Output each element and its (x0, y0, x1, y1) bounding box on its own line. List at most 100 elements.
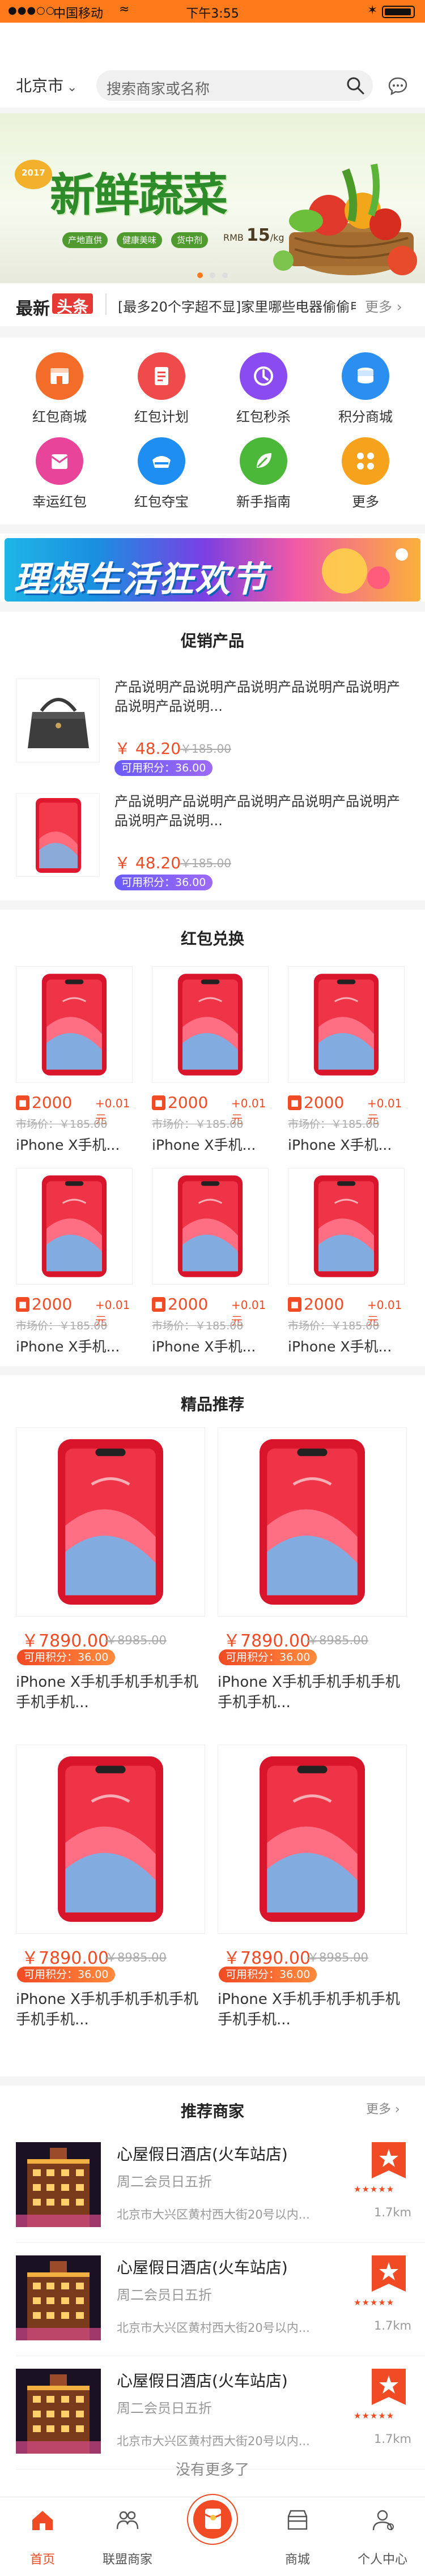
exchange-points: 2000 (32, 1093, 73, 1112)
merchant-item[interactable]: 心屋假日酒店(火车站店) 周二会员日五折 北京市大兴区黄村西大街20号以内... 1.… (0, 2357, 425, 2470)
hero-banner[interactable]: 2017 新鲜蔬菜 产地直供 健康美味 货中剂 RMB 15/kg (0, 113, 425, 283)
center-action-button[interactable] (187, 2494, 238, 2545)
merchant-promo: 周二会员日五折 (117, 2400, 212, 2416)
redpacket-badge-icon: ■ (152, 1095, 165, 1110)
headline-news[interactable]: 最新 头条 [最多20个字超不显]家里哪些电器偷偷电... 更多 › (0, 283, 425, 326)
promotions-section: 促销产品 产品说明产品说明产品说明产品说明产品说明产品说明产品说明... ￥ 4… (0, 612, 425, 901)
product-price: ￥ 48.20 (114, 739, 181, 758)
tab-center-scan[interactable] (170, 2494, 255, 2576)
product-name: iPhone X手机... (288, 1137, 392, 1153)
rating-stars: ★★★★★ (354, 2411, 395, 2421)
featured-item[interactable]: ￥7890.00 ￥8985.00 可用积分：36.00 iPhone X手机手机手机… (16, 1745, 205, 2039)
featured-item[interactable]: ￥7890.00 ￥8985.00 可用积分：36.00 iPhone X手机手机手机… (16, 1427, 205, 1722)
message-icon[interactable] (388, 76, 408, 96)
tab-mall[interactable]: 商城 (255, 2497, 340, 2576)
category-label: 红包计划 (134, 409, 189, 425)
product-name: iPhone X手机手机手机手机手机手机... (218, 1674, 400, 1711)
featured-section: 精品推荐 ￥7890.00 ￥8985.00 可用积分：36.00 iPhone X手… (0, 1375, 425, 2076)
featured-item[interactable]: ￥7890.00 ￥8985.00 可用积分：36.00 iPhone X手机手机手机… (218, 1745, 407, 2039)
promo-banner-image: 理想生活狂欢节 (5, 538, 420, 602)
product-price: ￥7890.00 (22, 1948, 109, 1968)
city-label: 北京市 (16, 76, 64, 95)
redpacket-icon (205, 2509, 222, 2529)
category-label: 红包秒杀 (236, 409, 291, 425)
category-label: 更多 (352, 494, 379, 510)
handbag-image (16, 679, 100, 762)
exchange-item[interactable]: ■ 2000 +0.01元 市场价：￥185.00 iPhone X手机... (288, 1168, 409, 1360)
tab-profile[interactable]: 个人中心 (340, 2497, 425, 2576)
category-more[interactable]: 更多 (314, 437, 416, 510)
section-title: 红包兑换 (180, 929, 244, 948)
exchange-item[interactable]: ■ 2000 +0.01元 市场价：￥185.00 iPhone X手机... (152, 966, 273, 1159)
product-name: iPhone X手机... (152, 1338, 256, 1355)
product-name: iPhone X手机... (16, 1338, 120, 1355)
market-price: 市场价：￥185.00 (152, 1118, 244, 1131)
product-image (218, 1427, 407, 1617)
exchange-item[interactable]: ■ 2000 +0.01元 市场价：￥185.00 iPhone X手机... (288, 966, 409, 1159)
phone-image (313, 1175, 379, 1277)
news-headline[interactable]: [最多20个字超不显]家里哪些电器偷偷电... (118, 296, 356, 315)
product-image (16, 1745, 205, 1934)
merchant-item[interactable]: 心屋假日酒店(火车站店) 周二会员日五折 北京市大兴区黄村西大街20号以内... 1.… (0, 2131, 425, 2243)
product-image (16, 966, 133, 1083)
merchant-item[interactable]: 心屋假日酒店(火车站店) 周二会员日五折 北京市大兴区黄村西大街20号以内... 1.… (0, 2244, 425, 2356)
exchange-points: 2000 (304, 1295, 345, 1313)
tab-label: 商城 (284, 2553, 310, 2567)
category-lucky-hongbao[interactable]: 幸运红包 (8, 437, 110, 510)
news-more-link[interactable]: 更多 › (365, 296, 402, 315)
product-old-price: ￥8985.00 (307, 1634, 368, 1647)
exchange-item[interactable]: ■ 2000 +0.01元 市场价：￥185.00 iPhone X手机... (16, 966, 137, 1159)
hotel-photo (16, 2142, 101, 2227)
merchant-address: 北京市大兴区黄村西大街20号以内... (117, 2208, 310, 2221)
product-price: ￥7890.00 (223, 1631, 311, 1651)
banner-tag: 健康美味 (117, 232, 163, 248)
promo-banner[interactable]: 理想生活狂欢节 (0, 534, 425, 602)
home-icon (32, 2511, 53, 2530)
category-hongbao-plan[interactable]: 红包计划 (110, 352, 212, 425)
product-name: iPhone X手机... (152, 1137, 256, 1153)
market-price: 市场价：￥185.00 (152, 1320, 244, 1332)
search-placeholder: 搜索商家或名称 (107, 81, 210, 98)
merchant-promo: 周二会员日五折 (117, 2174, 212, 2190)
points-badge: 可用积分：36.00 (114, 760, 213, 776)
featured-item[interactable]: ￥7890.00 ￥8985.00 可用积分：36.00 iPhone X手机手机手机… (218, 1427, 407, 1722)
product-price: ￥7890.00 (223, 1948, 311, 1968)
section-title: 推荐商家 (180, 2102, 244, 2121)
exchange-item[interactable]: ■ 2000 +0.01元 市场价：￥185.00 iPhone X手机... (16, 1168, 137, 1360)
tab-merchants[interactable]: 联盟商家 (85, 2497, 170, 2576)
city-selector[interactable]: 北京市 ⌄ (16, 74, 77, 96)
promotion-item[interactable]: 产品说明产品说明产品说明产品说明产品说明产品说明产品说明... ￥ 48.20 … (0, 673, 425, 786)
exchange-item[interactable]: ■ 2000 +0.01元 市场价：￥185.00 iPhone X手机... (152, 1168, 273, 1360)
search-icon[interactable] (346, 76, 365, 95)
category-guide[interactable]: 新手指南 (212, 437, 314, 510)
divider (105, 293, 107, 315)
merchants-section: 推荐商家 更多 › 心屋假日酒店(火车站店) 周二会员日五折 北京市大兴区黄村西大街… (0, 2085, 425, 2497)
redpacket-badge-icon: ■ (16, 1095, 29, 1110)
product-old-price: ￥185.00 (180, 856, 231, 870)
category-grid: 红包商城 红包计划 红包秒杀 积分商城 幸运红包 红包夺宝 新手指南 更多 (0, 338, 425, 524)
promotion-item[interactable]: 产品说明产品说明产品说明产品说明产品说明产品说明产品说明... ￥ 48.20 … (0, 787, 425, 901)
category-treasure[interactable]: 红包夺宝 (110, 437, 212, 510)
search-input[interactable]: 搜索商家或名称 (96, 70, 373, 101)
merchant-distance: 1.7km (374, 2319, 412, 2332)
category-points-mall[interactable]: 积分商城 (314, 352, 416, 425)
banner-tag: 产地直供 (62, 232, 108, 248)
category-flash-sale[interactable]: 红包秒杀 (212, 352, 314, 425)
merchants-more-link[interactable]: 更多 › (366, 2099, 400, 2117)
product-old-price: ￥8985.00 (105, 1951, 167, 1964)
tab-label: 个人中心 (357, 2553, 407, 2567)
bottom-tab-bar: 首页 联盟商家 商城 个人中心 (0, 2494, 425, 2576)
phone-image (16, 793, 100, 877)
redpacket-badge-icon: ■ (288, 1297, 301, 1312)
no-more-text: 没有更多了 (175, 2462, 249, 2479)
points-badge: 可用积分：36.00 (219, 1967, 317, 1982)
banner-pagination[interactable] (0, 270, 425, 280)
rating-stars: ★★★★★ (354, 2297, 395, 2308)
bluetooth-icon: ✶ (367, 3, 378, 18)
category-hongbao-shop[interactable]: 红包商城 (8, 352, 110, 425)
redpacket-badge-icon: ■ (152, 1297, 165, 1312)
hotel-photo (16, 2255, 101, 2340)
tab-home[interactable]: 首页 (0, 2497, 85, 2576)
product-image (288, 1168, 405, 1285)
flash-sale-icon (240, 352, 287, 400)
